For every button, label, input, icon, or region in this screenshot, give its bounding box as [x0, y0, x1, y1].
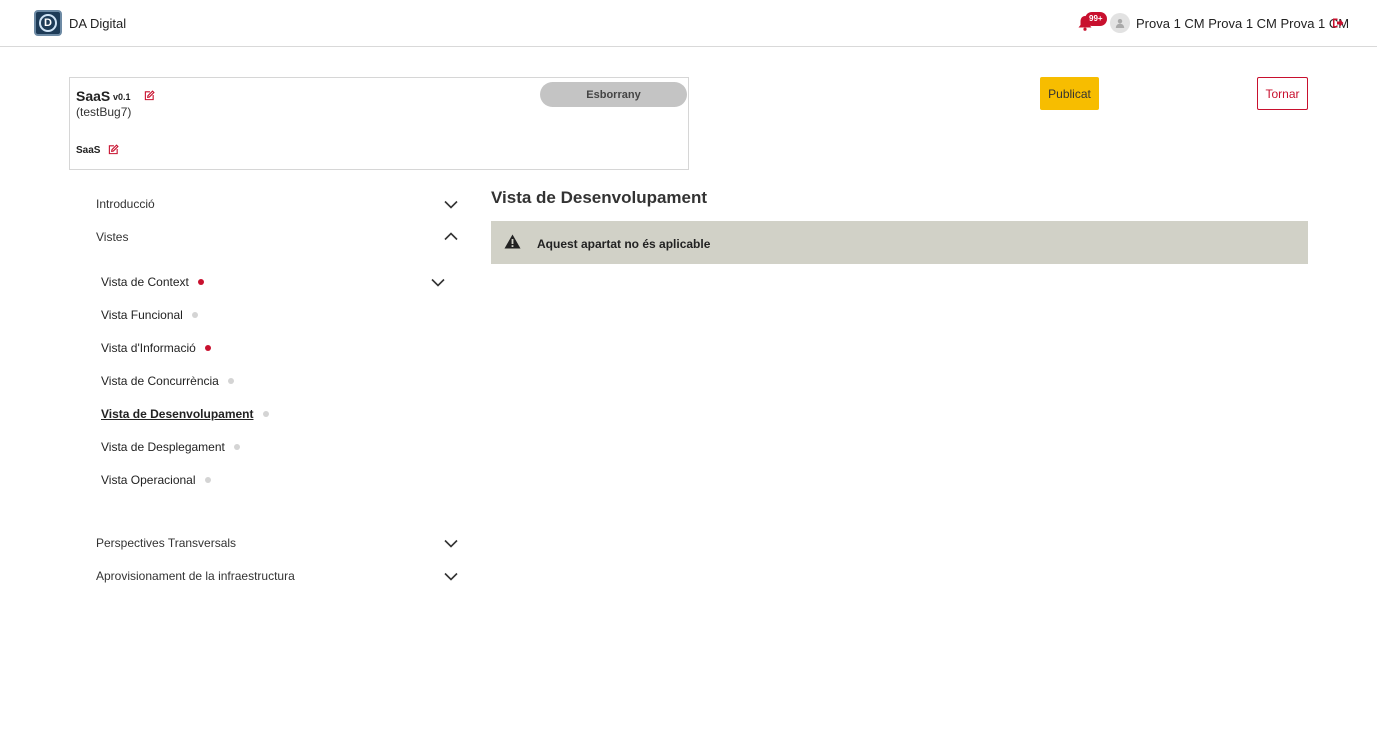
avatar[interactable] [1110, 13, 1130, 33]
notifications-badge: 99+ [1085, 12, 1107, 26]
status-dot-grey [204, 477, 211, 483]
status-dot-grey [191, 312, 198, 318]
view-item-desplegament[interactable]: Vista de Desplegament [101, 440, 240, 454]
view-item-label: Vista Funcional [101, 308, 183, 322]
nav-section-aprovisionament[interactable]: Aprovisionament de la infraestructura [96, 569, 295, 583]
view-item-label: Vista Operacional [101, 473, 196, 487]
app-logo[interactable]: D [34, 10, 62, 36]
status-dot-red [204, 345, 211, 351]
page-title: Vista de Desenvolupament [491, 188, 708, 207]
chevron-up-icon[interactable] [444, 232, 458, 241]
status-dot-red [197, 279, 204, 285]
user-name[interactable]: Prova 1 CM Prova 1 CM Prova 1 CM [1136, 16, 1349, 31]
user-icon [1115, 19, 1125, 28]
status-dot-grey [233, 444, 240, 450]
view-item-context[interactable]: Vista de Context [101, 275, 204, 289]
document-version: v0.1 [113, 92, 131, 102]
nav-section-introduccio[interactable]: Introducció [96, 197, 155, 211]
status-badge: Esborrany [540, 82, 687, 107]
chevron-down-icon[interactable] [444, 572, 458, 581]
top-header: D DA Digital 99+ Prova 1 CM Prova 1 CM P… [0, 0, 1377, 47]
edit-subtitle-icon[interactable] [108, 144, 119, 155]
warning-icon [504, 234, 521, 249]
view-item-label: Vista de Desplegament [101, 440, 225, 454]
logout-icon[interactable] [1332, 17, 1344, 29]
status-dot-grey [262, 411, 269, 417]
view-item-funcional[interactable]: Vista Funcional [101, 308, 198, 322]
view-item-operacional[interactable]: Vista Operacional [101, 473, 211, 487]
publish-button[interactable]: Publicat [1040, 77, 1099, 110]
edit-title-icon[interactable] [144, 90, 155, 101]
document-code: (testBug7) [76, 105, 132, 119]
back-button[interactable]: Tornar [1257, 77, 1308, 110]
view-item-desenvolupament[interactable]: Vista de Desenvolupament [101, 407, 269, 421]
view-item-label: Vista de Desenvolupament [101, 407, 254, 421]
nav-section-perspectives[interactable]: Perspectives Transversals [96, 536, 236, 550]
app-name: DA Digital [69, 16, 127, 31]
logo-letter: D [39, 14, 57, 32]
document-card: SaaS v0.1 (testBug7) SaaS Esborrany [69, 77, 689, 170]
view-item-label: Vista d'Informació [101, 341, 196, 355]
chevron-down-icon[interactable] [444, 539, 458, 548]
not-applicable-notice: Aquest apartat no és aplicable [491, 221, 1308, 264]
view-item-label: Vista de Concurrència [101, 374, 219, 388]
document-subtitle: SaaS [76, 145, 101, 156]
status-dot-grey [227, 378, 234, 384]
chevron-down-icon[interactable] [444, 200, 458, 209]
view-item-concurrencia[interactable]: Vista de Concurrència [101, 374, 234, 388]
chevron-down-icon[interactable] [431, 278, 445, 287]
notice-text: Aquest apartat no és aplicable [537, 237, 711, 251]
document-title: SaaS [76, 88, 111, 104]
nav-section-vistes[interactable]: Vistes [96, 230, 128, 244]
view-item-informacio[interactable]: Vista d'Informació [101, 341, 211, 355]
view-item-label: Vista de Context [101, 275, 189, 289]
